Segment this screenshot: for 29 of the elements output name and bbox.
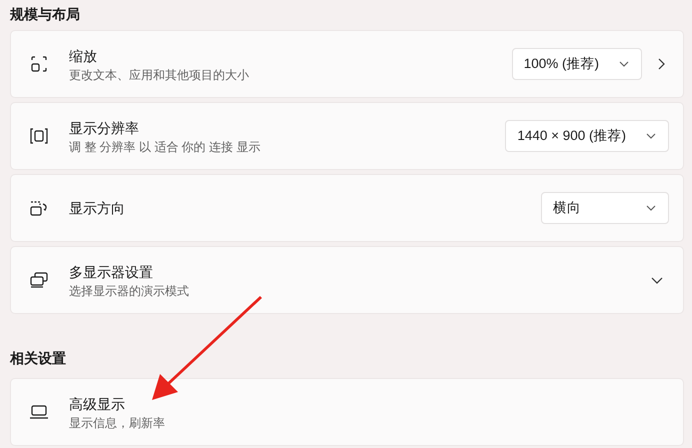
setting-description: 更改文本、应用和其他项目的大小	[69, 66, 249, 82]
setting-card[interactable]: 显示分辨率 调 整 分辨率 以 适合 你的 连接 显示 1440 × 900 (推荐)	[10, 102, 684, 170]
chevron-down-icon	[619, 61, 629, 67]
rotate-screen-icon	[29, 200, 49, 216]
dropdown[interactable]: 100% (推荐)	[512, 48, 642, 80]
setting-description: 调 整 分辨率 以 适合 你的 连接 显示	[69, 138, 260, 154]
setting-description: 选择显示器的演示模式	[69, 282, 189, 298]
setting-description: 显示信息，刷新率	[69, 414, 165, 430]
setting-card[interactable]: 多显示器设置 选择显示器的演示模式	[10, 246, 684, 314]
chevron-right-icon[interactable]	[658, 58, 665, 70]
setting-title: 多显示器设置	[69, 262, 153, 282]
setting-title: 缩放	[69, 46, 97, 66]
setting-title: 显示分辨率	[69, 118, 139, 138]
dropdown[interactable]: 1440 × 900 (推荐)	[505, 120, 669, 152]
scale-icon	[30, 55, 48, 73]
laptop-icon	[29, 405, 49, 419]
monitors-icon	[29, 272, 49, 288]
chevron-down-icon	[646, 133, 656, 139]
setting-card[interactable]: 缩放 更改文本、应用和其他项目的大小 100% (推荐)	[10, 30, 684, 98]
resolution-icon	[30, 128, 48, 144]
setting-card[interactable]: 显示方向 横向	[10, 174, 684, 242]
chevron-down-icon	[646, 205, 656, 211]
setting-title: 显示方向	[69, 199, 125, 218]
dropdown[interactable]: 横向	[541, 192, 669, 224]
chevron-down-icon[interactable]	[651, 276, 663, 284]
setting-card[interactable]: 高级显示 显示信息，刷新率	[10, 378, 684, 446]
setting-title: 高级显示	[69, 394, 125, 414]
section-heading: 相关设置	[10, 349, 67, 368]
section-heading: 规模与布局	[10, 5, 81, 24]
